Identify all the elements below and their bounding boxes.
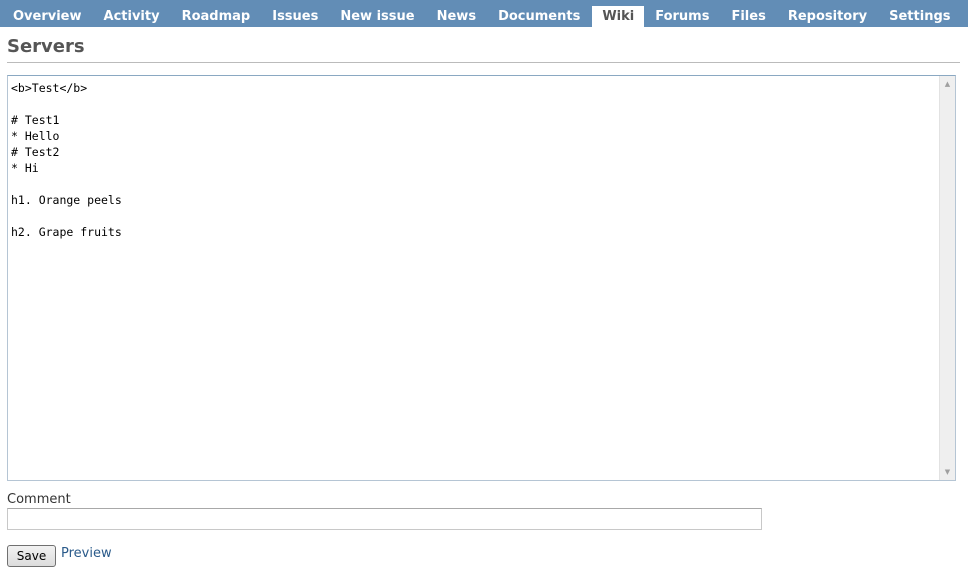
page-title: Servers	[7, 36, 85, 57]
scroll-down-arrow-icon[interactable]: ▼	[940, 464, 955, 480]
tab-roadmap[interactable]: Roadmap	[171, 6, 262, 27]
menu-item-overview: Overview	[0, 0, 93, 27]
menu-item-issues: Issues	[261, 0, 329, 27]
menu-item-forums: Forums	[644, 0, 720, 27]
comment-input[interactable]	[7, 508, 762, 530]
tab-overview[interactable]: Overview	[0, 6, 93, 27]
tab-forums[interactable]: Forums	[644, 6, 720, 27]
menu-item-files: Files	[720, 0, 776, 27]
wiki-content-textarea[interactable]: <b>Test</b> # Test1 * Hello # Test2 * Hi…	[8, 76, 938, 480]
tab-repository[interactable]: Repository	[777, 6, 878, 27]
menu-item-repository: Repository	[777, 0, 878, 27]
menu-item-news: News	[426, 0, 487, 27]
tab-issues[interactable]: Issues	[261, 6, 329, 27]
main-menu: Overview Activity Roadmap Issues New iss…	[0, 0, 968, 27]
tab-settings[interactable]: Settings	[878, 6, 961, 27]
comment-label: Comment	[7, 492, 71, 507]
tab-files[interactable]: Files	[720, 6, 776, 27]
editor-scrollbar[interactable]: ▲ ▼	[939, 76, 955, 480]
menu-item-activity: Activity	[93, 0, 171, 27]
menu-item-settings: Settings	[878, 0, 961, 27]
tab-news[interactable]: News	[426, 6, 487, 27]
tab-new-issue[interactable]: New issue	[329, 6, 425, 27]
scroll-up-arrow-icon[interactable]: ▲	[940, 76, 955, 92]
menu-item-new-issue: New issue	[329, 0, 425, 27]
tab-wiki[interactable]: Wiki	[592, 6, 645, 27]
title-divider	[7, 62, 960, 63]
tab-activity[interactable]: Activity	[93, 6, 171, 27]
save-button[interactable]: Save	[7, 545, 56, 567]
preview-link[interactable]: Preview	[61, 546, 112, 561]
menu-item-roadmap: Roadmap	[171, 0, 262, 27]
wiki-editor: <b>Test</b> # Test1 * Hello # Test2 * Hi…	[7, 75, 956, 481]
menu-item-documents: Documents	[487, 0, 591, 27]
tab-documents[interactable]: Documents	[487, 6, 591, 27]
menu-item-wiki: Wiki	[591, 0, 645, 27]
